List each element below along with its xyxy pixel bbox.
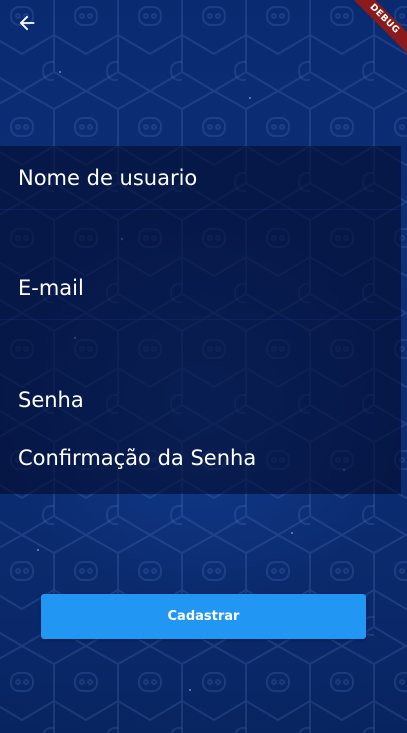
username-field[interactable]: Nome de usuario: [0, 146, 401, 210]
registration-form: Nome de usuario E-mail Senha Confirmação…: [0, 146, 401, 494]
password-label: Senha: [18, 388, 84, 412]
username-underline: [0, 209, 401, 210]
back-button[interactable]: [12, 8, 42, 38]
password-field[interactable]: Senha: [0, 368, 401, 422]
username-label: Nome de usuario: [18, 166, 198, 190]
email-label: E-mail: [18, 276, 84, 300]
register-button[interactable]: Cadastrar: [41, 594, 366, 639]
password-confirm-field[interactable]: Confirmação da Senha: [0, 426, 401, 486]
register-screen: DEBUG Nome de usuario E-mail Senha Confi…: [0, 0, 407, 733]
email-field[interactable]: E-mail: [0, 256, 401, 320]
password-confirm-label: Confirmação da Senha: [18, 446, 257, 470]
email-underline: [0, 319, 401, 320]
arrow-back-icon: [19, 15, 35, 31]
